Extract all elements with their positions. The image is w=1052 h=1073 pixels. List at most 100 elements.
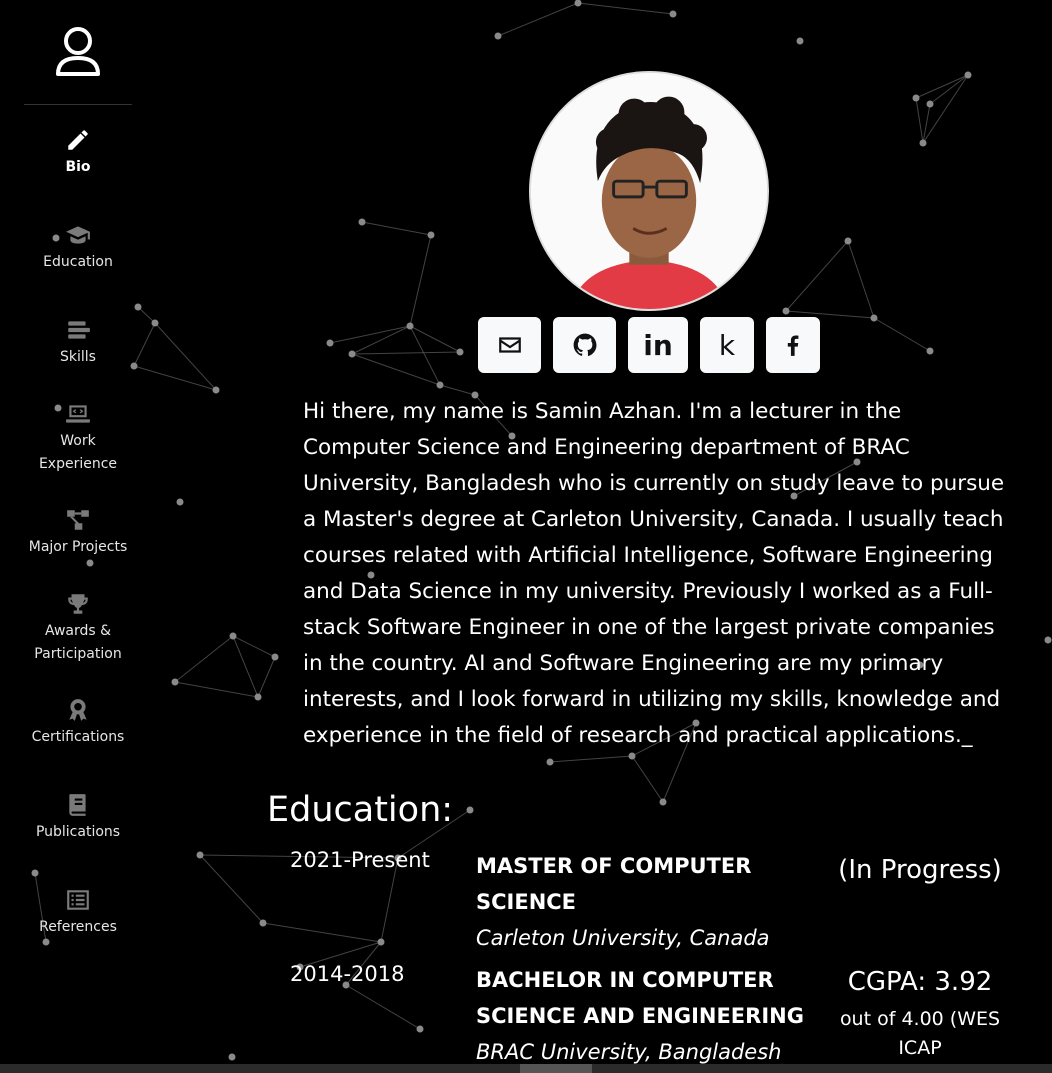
network-node bbox=[796, 37, 804, 45]
sidebar-item-work-experience[interactable]: Work Experience bbox=[24, 390, 132, 485]
project-diagram-icon bbox=[64, 506, 92, 534]
sidebar-item-label: Skills bbox=[60, 349, 96, 365]
network-node bbox=[494, 32, 502, 40]
sidebar-item-publications[interactable]: Publications bbox=[24, 770, 132, 865]
sidebar-item-bio[interactable]: Bio bbox=[24, 105, 132, 200]
network-node bbox=[926, 100, 934, 108]
network-node bbox=[844, 237, 852, 245]
network-line bbox=[257, 656, 276, 698]
network-line bbox=[915, 97, 924, 144]
network-line bbox=[133, 365, 217, 391]
bars-icon bbox=[64, 316, 92, 344]
sidebar-item-label: References bbox=[39, 919, 117, 935]
sidebar-item-certifications[interactable]: Certifications bbox=[24, 675, 132, 770]
network-line bbox=[133, 322, 156, 367]
network-line bbox=[361, 221, 432, 236]
education-years: 2021-Present bbox=[290, 848, 430, 872]
sidebar-item-label: Bio bbox=[65, 159, 91, 175]
scrollbar-thumb[interactable] bbox=[520, 1064, 592, 1073]
network-line bbox=[232, 635, 259, 698]
education-degree: BACHELOR IN COMPUTER SCIENCE AND ENGINEE… bbox=[476, 962, 816, 1070]
sidebar-item-label: Publications bbox=[35, 824, 121, 840]
network-node bbox=[466, 806, 474, 814]
network-line bbox=[345, 984, 421, 1030]
list-alt-icon bbox=[64, 886, 92, 914]
network-node bbox=[416, 1025, 424, 1033]
education-result: CGPA: 3.92 out of 4.00 (WES ICAP bbox=[830, 960, 1010, 1063]
network-node bbox=[259, 919, 267, 927]
network-node bbox=[574, 0, 582, 7]
education-degree: MASTER OF COMPUTER SCIENCE Carleton Univ… bbox=[476, 848, 816, 956]
network-line bbox=[409, 325, 461, 353]
network-node bbox=[964, 71, 972, 79]
network-node bbox=[176, 498, 184, 506]
network-node bbox=[546, 758, 554, 766]
network-node bbox=[348, 350, 356, 358]
github-icon bbox=[573, 333, 596, 356]
social-links: in k bbox=[478, 317, 820, 373]
network-line bbox=[409, 234, 432, 327]
profile-brand[interactable] bbox=[24, 0, 132, 105]
network-node bbox=[271, 653, 279, 661]
graduation-cap-icon bbox=[64, 221, 92, 249]
institution-name: Carleton University, Canada bbox=[476, 926, 770, 950]
network-node bbox=[436, 381, 444, 389]
sidebar: Bio Education Skills Work Experience Maj… bbox=[24, 0, 132, 1073]
network-node bbox=[919, 139, 927, 147]
bio-text: Hi there, my name is Samin Azhan. I'm a … bbox=[303, 399, 1005, 748]
network-node bbox=[228, 1053, 236, 1061]
network-node bbox=[406, 322, 414, 330]
network-line bbox=[351, 325, 411, 355]
network-line bbox=[847, 240, 875, 319]
network-node bbox=[659, 798, 667, 806]
linkedin-button[interactable]: in bbox=[628, 317, 688, 373]
network-node bbox=[171, 678, 179, 686]
email-button[interactable] bbox=[478, 317, 541, 373]
network-line bbox=[232, 635, 276, 658]
network-line bbox=[199, 854, 264, 924]
sidebar-item-label: Education bbox=[43, 254, 113, 270]
kaggle-button[interactable]: k bbox=[700, 317, 754, 373]
award-icon bbox=[64, 696, 92, 724]
network-node bbox=[377, 938, 385, 946]
envelope-icon bbox=[498, 337, 521, 353]
network-line bbox=[329, 325, 411, 344]
network-line bbox=[174, 681, 259, 698]
network-line bbox=[262, 922, 382, 943]
network-node bbox=[229, 632, 237, 640]
degree-name: BACHELOR IN COMPUTER SCIENCE AND ENGINEE… bbox=[476, 968, 804, 1028]
trophy-icon bbox=[64, 590, 92, 618]
network-node bbox=[1044, 636, 1052, 644]
network-node bbox=[358, 218, 366, 226]
education-years: 2014-2018 bbox=[290, 962, 405, 986]
pencil-icon bbox=[64, 126, 92, 154]
network-node bbox=[870, 314, 878, 322]
network-node bbox=[782, 307, 790, 315]
facebook-button[interactable] bbox=[766, 317, 820, 373]
sidebar-item-education[interactable]: Education bbox=[24, 200, 132, 295]
sidebar-item-label: Major Projects bbox=[28, 539, 128, 555]
network-line bbox=[137, 306, 156, 324]
network-node bbox=[326, 339, 334, 347]
sidebar-item-skills[interactable]: Skills bbox=[24, 295, 132, 390]
laptop-code-icon bbox=[64, 400, 92, 428]
network-node bbox=[456, 348, 464, 356]
sidebar-item-awards[interactable]: Awards & Participation bbox=[24, 580, 132, 675]
sidebar-item-references[interactable]: References bbox=[24, 865, 132, 960]
result-text: CGPA: 3.92 bbox=[847, 967, 993, 997]
education-result: (In Progress) bbox=[830, 848, 1010, 893]
network-node bbox=[427, 231, 435, 239]
sidebar-item-label: Work Experience bbox=[38, 432, 118, 472]
kaggle-icon: k bbox=[718, 328, 736, 362]
facebook-icon bbox=[787, 335, 799, 356]
network-line bbox=[497, 2, 579, 37]
result-subtext: out of 4.00 (WES ICAP bbox=[839, 1008, 1001, 1059]
github-button[interactable] bbox=[553, 317, 616, 373]
sidebar-item-major-projects[interactable]: Major Projects bbox=[24, 485, 132, 580]
education-heading: Education: bbox=[267, 790, 454, 830]
horizontal-scrollbar[interactable] bbox=[0, 1064, 1052, 1073]
book-icon bbox=[64, 791, 92, 819]
network-node bbox=[912, 94, 920, 102]
network-line bbox=[577, 2, 674, 15]
linkedin-icon: in bbox=[643, 328, 673, 362]
